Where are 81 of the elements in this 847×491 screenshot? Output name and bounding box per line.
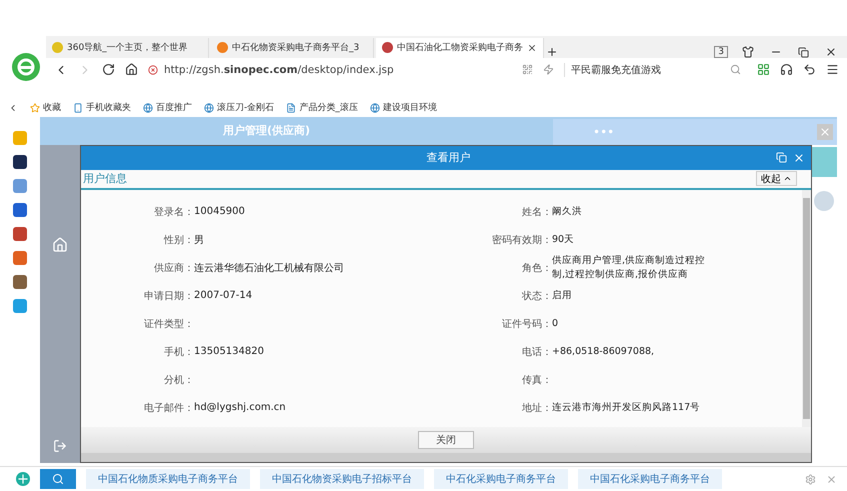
bookmark-icon xyxy=(30,102,40,113)
field-label: 证件类型： xyxy=(143,318,194,331)
bookmark-label[interactable]: 产品分类_滚压 xyxy=(299,101,358,114)
bookmark-icon xyxy=(143,102,153,113)
field-label: 证件号码： xyxy=(501,318,552,331)
field-value: 13505134820 xyxy=(194,346,265,358)
collapse-button[interactable]: 收起 xyxy=(756,171,797,186)
bookmark-label[interactable]: 百度推广 xyxy=(156,101,192,114)
field-value: 连云港华德石油化工机械有限公司 xyxy=(194,262,345,275)
restore-icon[interactable] xyxy=(798,46,809,58)
close-icon[interactable] xyxy=(825,46,837,58)
banner xyxy=(812,146,837,177)
insecure-icon xyxy=(148,64,158,75)
search-icon xyxy=(52,473,64,486)
field-label: 状态： xyxy=(521,290,552,303)
field-label: 性别： xyxy=(162,234,194,247)
field-value: 10045900 xyxy=(194,206,246,218)
field-value: 阚久洪 xyxy=(552,204,583,219)
qr-code-icon[interactable] xyxy=(522,64,533,76)
bookmark-label[interactable]: 滚压刀-金刚石 xyxy=(217,101,274,114)
field-label: 手机： xyxy=(163,346,194,359)
new-tab-icon[interactable] xyxy=(546,46,558,58)
logout-icon[interactable] xyxy=(53,439,67,454)
field-label: 传真： xyxy=(521,374,552,387)
dots-label: ••• xyxy=(592,124,614,139)
site-link[interactable]: 中石化采购电子商务平台 xyxy=(434,469,568,490)
browser-logo-icon xyxy=(11,52,41,82)
add-icon[interactable] xyxy=(16,472,30,486)
section-title: 用户信息 xyxy=(82,171,127,186)
field-value: 连云港市海州开发区朐风路117号 xyxy=(552,400,702,415)
page-title: 用户管理(供应商) xyxy=(222,123,312,138)
bookmark-label[interactable]: 手机收藏夹 xyxy=(86,101,131,114)
dialog-title: 查看用户 xyxy=(426,150,472,166)
field-label: 地址： xyxy=(521,402,552,415)
close-icon xyxy=(819,126,831,138)
field-value: 90天 xyxy=(552,232,576,247)
field-label: 姓名： xyxy=(521,206,552,219)
close-button[interactable]: 关闭 xyxy=(418,431,474,450)
search-field[interactable]: 平民霸服免充值游戏 xyxy=(564,62,747,77)
search-icon xyxy=(730,64,741,76)
field-value: 启用 xyxy=(552,288,573,303)
avatar xyxy=(814,190,834,211)
close-tab-icon[interactable] xyxy=(527,42,537,53)
address-field[interactable]: http://zgsh.sinopec.com/desktop/index.jsp xyxy=(164,64,394,76)
site-link[interactable]: 中国石化物资采购电子招标平台 xyxy=(260,469,424,490)
undo-icon[interactable] xyxy=(803,63,816,76)
bookmark-icon xyxy=(370,102,380,113)
scrollbar[interactable] xyxy=(802,190,811,428)
field-label: 申请日期： xyxy=(143,290,194,303)
field-label: 分机： xyxy=(163,374,194,387)
tab-count[interactable]: 3 xyxy=(714,46,728,58)
field-value: +86,0518-86097088, xyxy=(552,344,656,359)
lightning-icon[interactable] xyxy=(543,64,554,76)
bookmark-label[interactable]: 收藏 xyxy=(43,101,61,114)
bookmark-icon xyxy=(73,102,83,113)
headphones-icon[interactable] xyxy=(780,63,793,76)
shirt-icon[interactable] xyxy=(742,46,754,58)
field-value: 0 xyxy=(552,316,560,331)
home-icon[interactable] xyxy=(125,63,138,76)
apps-icon[interactable] xyxy=(757,63,770,76)
field-label: 电子邮件： xyxy=(143,402,194,415)
bookmark-label[interactable]: 建设项目环境 xyxy=(382,101,437,114)
bookmark-icon xyxy=(286,102,296,113)
browser-tab[interactable]: 中国石油化工物资采购电子商务 xyxy=(376,38,544,58)
field-label: 角色： xyxy=(521,262,552,275)
field-value: 男 xyxy=(194,234,205,247)
field-value: 供应商用户管理,供应商制造过程控制,过程控制供应商,报价供应商 xyxy=(552,254,706,282)
field-value: hd@lygshj.com.cn xyxy=(194,402,287,414)
reload-icon[interactable] xyxy=(102,63,115,76)
site-link[interactable]: 中国石化采购电子商务平台 xyxy=(578,469,722,490)
app-icon[interactable] xyxy=(13,154,27,169)
site-link[interactable]: 中国石化物质采购电子商务平台 xyxy=(86,469,250,490)
field-label: 密码有效期： xyxy=(491,234,552,247)
field-label: 电话： xyxy=(521,346,552,359)
field-label: 登录名： xyxy=(153,206,194,219)
search-button[interactable] xyxy=(40,469,76,490)
bookmark-icon xyxy=(204,102,214,113)
field-label: 供应商： xyxy=(153,262,194,275)
field-value: 2007-07-14 xyxy=(194,290,254,302)
scrollbar[interactable] xyxy=(81,453,811,462)
menu-icon[interactable] xyxy=(826,63,839,76)
